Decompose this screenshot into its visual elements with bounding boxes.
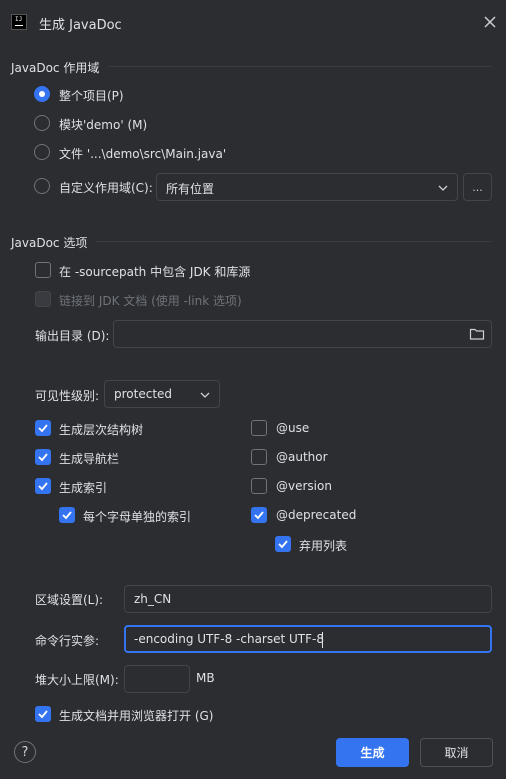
cmdline-field[interactable]: -encoding UTF-8 -charset UTF-8: [124, 625, 492, 653]
deprecated-list-checkbox[interactable]: [275, 536, 291, 552]
chevron-down-icon: [200, 392, 210, 398]
open-browser-label: 生成文档并用浏览器打开 (G): [59, 709, 214, 723]
visibility-dropdown[interactable]: protected: [104, 380, 220, 408]
author-tag-label: @author: [276, 450, 328, 464]
radio-module-label: 模块'demo' (M): [59, 118, 148, 132]
javadoc-dialog: IJ 生成 JavaDoc JavaDoc 作用域 整个项目(P) 模块'dem…: [0, 0, 506, 779]
use-tag-label: @use: [276, 421, 310, 435]
heap-label: 堆大小上限(M):: [35, 673, 119, 687]
visibility-value: protected: [114, 387, 173, 401]
navbar-checkbox[interactable]: [35, 449, 51, 465]
radio-file[interactable]: [34, 144, 50, 160]
index-label: 生成索引: [59, 481, 108, 495]
locale-value: zh_CN: [134, 592, 172, 606]
help-icon[interactable]: ?: [14, 741, 36, 763]
link-jdk-label: 链接到 JDK 文档 (使用 -link 选项): [59, 294, 242, 308]
radio-module[interactable]: [34, 115, 50, 131]
include-jdk-label: 在 -sourcepath 中包含 JDK 和库源: [59, 265, 251, 279]
link-jdk-checkbox[interactable]: [35, 291, 51, 307]
locale-field[interactable]: zh_CN: [124, 585, 492, 613]
generate-button[interactable]: 生成: [336, 738, 409, 767]
heap-unit: MB: [196, 671, 215, 685]
custom-scope-value: 所有位置: [166, 182, 215, 196]
cmdline-label: 命令行实参:: [35, 634, 100, 648]
hierarchy-tree-checkbox[interactable]: [35, 420, 51, 436]
custom-scope-dropdown[interactable]: 所有位置: [156, 173, 458, 201]
locale-label: 区域设置(L):: [35, 593, 104, 607]
radio-whole-project-label: 整个项目(P): [59, 89, 124, 103]
cmdline-value: -encoding UTF-8 -charset UTF-8: [134, 632, 324, 646]
deprecated-tag-label: @deprecated: [276, 508, 357, 522]
folder-icon[interactable]: [469, 327, 485, 341]
include-jdk-checkbox[interactable]: [35, 262, 51, 278]
output-dir-label: 输出目录 (D):: [35, 329, 110, 343]
hierarchy-tree-label: 生成层次结构树: [59, 423, 144, 437]
options-separator: [95, 241, 492, 242]
index-checkbox[interactable]: [35, 478, 51, 494]
use-tag-checkbox[interactable]: [251, 420, 267, 436]
author-tag-checkbox[interactable]: [251, 449, 267, 465]
chevron-down-icon: [438, 185, 448, 191]
open-browser-checkbox[interactable]: [35, 706, 51, 722]
split-index-checkbox[interactable]: [59, 507, 75, 523]
radio-custom-scope-label: 自定义作用域(C):: [59, 181, 153, 195]
version-tag-checkbox[interactable]: [251, 478, 267, 494]
options-heading: JavaDoc 选项: [11, 236, 88, 250]
visibility-label: 可见性级别:: [35, 389, 100, 403]
deprecated-list-label: 弃用列表: [299, 539, 348, 553]
cancel-button[interactable]: 取消: [420, 738, 493, 767]
text-caret: [322, 632, 323, 648]
version-tag-label: @version: [276, 479, 332, 493]
dialog-title: 生成 JavaDoc: [39, 18, 122, 33]
scope-heading: JavaDoc 作用域: [11, 61, 100, 75]
radio-file-label: 文件 '...\demo\src\Main.java': [59, 147, 227, 161]
split-index-label: 每个字母单独的索引: [83, 510, 192, 524]
heap-field[interactable]: [124, 665, 190, 693]
radio-whole-project[interactable]: [34, 86, 50, 102]
intellij-logo-icon: IJ: [11, 14, 27, 30]
custom-scope-more-button[interactable]: ...: [463, 173, 492, 201]
scope-separator: [108, 66, 492, 67]
navbar-label: 生成导航栏: [59, 452, 120, 466]
radio-custom-scope[interactable]: [34, 178, 50, 194]
close-icon[interactable]: [480, 12, 500, 32]
deprecated-tag-checkbox[interactable]: [251, 507, 267, 523]
output-dir-field[interactable]: [113, 320, 492, 348]
logo-text: IJ: [15, 16, 23, 23]
